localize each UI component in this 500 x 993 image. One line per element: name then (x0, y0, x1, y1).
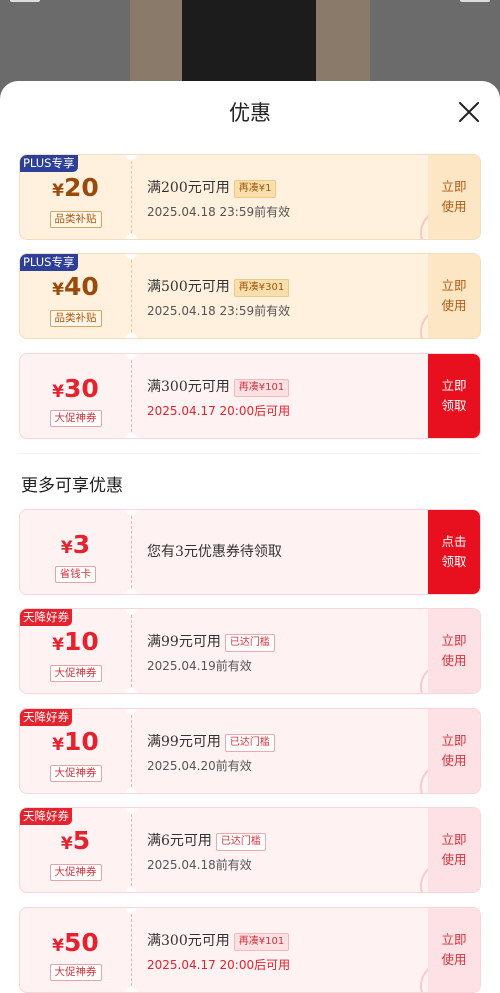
coupon-amount: ¥40 (20, 272, 131, 301)
photo-top-bar-right (460, 0, 490, 2)
section-divider (19, 453, 481, 454)
currency-symbol: ¥ (60, 538, 73, 558)
amount-value: 30 (64, 374, 99, 403)
use-now-button[interactable]: 立即使用 (428, 609, 480, 693)
coupon-validity: 2025.04.19前有效 (147, 659, 252, 673)
amount-value: 10 (64, 727, 99, 756)
coupon-card-plus-40: PLUS专享 ¥40 品类补贴 满500元可用 再凑¥301 2025.04.18… (19, 253, 481, 339)
coupon-divider (131, 516, 132, 588)
coupon-amount: ¥3 (20, 530, 131, 559)
coupon-divider (131, 260, 132, 332)
use-now-button[interactable]: 立即使用 (428, 155, 480, 239)
windfall-badge: 天降好券 (20, 709, 72, 726)
coupon-sheet: 优惠 PLUS专享 ¥20 品类补贴 满200元可用 再凑¥1 2025.04.1… (0, 81, 500, 993)
coupon-divider (131, 360, 132, 432)
currency-symbol: ¥ (52, 635, 65, 655)
plus-badge: PLUS专享 (20, 254, 78, 271)
coupon-type-tag: 大促神券 (20, 860, 131, 881)
currency-symbol: ¥ (52, 936, 65, 956)
use-now-button[interactable]: 立即使用 (428, 254, 480, 338)
coupon-amount: ¥10 (20, 727, 131, 756)
coupon-condition: 满99元可用 已达门槛 (147, 731, 275, 752)
currency-symbol: ¥ (60, 834, 73, 854)
coupon-condition: 满6元可用 已达门槛 (147, 830, 266, 851)
coupon-type-tag: 大促神券 (20, 406, 131, 427)
coupon-divider (131, 715, 132, 787)
use-now-button[interactable]: 立即使用 (428, 908, 480, 992)
currency-symbol: ¥ (52, 735, 65, 755)
coupon-card-30: ¥30 大促神券 满300元可用 再凑¥101 2025.04.17 20:00后… (19, 353, 481, 439)
coupon-type-tag: 大促神券 (20, 661, 131, 682)
coupon-type-tag: 大促神券 (20, 960, 131, 981)
coupon-validity: 2025.04.20前有效 (147, 759, 252, 773)
threshold-met-chip: 已达门槛 (215, 833, 266, 851)
click-claim-button[interactable]: 点击领取 (428, 510, 480, 594)
coupon-card-5: 天降好券 ¥5 大促神券 满6元可用已达门槛 2025.04.18前有效 已领 … (19, 807, 481, 893)
coupon-amount: ¥10 (20, 627, 131, 656)
coupon-amount: ¥50 (20, 928, 131, 957)
coupon-card-10-a: 天降好券 ¥10 大促神券 满99元可用已达门槛 2025.04.19前有效 已… (19, 608, 481, 694)
coupon-card-50: ¥50 大促神券 满300元可用 再凑¥101 2025.04.17 20:00后… (19, 907, 481, 993)
coupon-divider (131, 814, 132, 886)
coupon-validity: 2025.04.17 20:00后可用 (147, 958, 291, 972)
coupon-card-10-b: 天降好券 ¥10 大促神券 满99元可用已达门槛 2025.04.20前有效 已… (19, 708, 481, 794)
coupon-validity: 2025.04.18 23:59前有效 (147, 205, 291, 219)
amount-value: 20 (64, 173, 99, 202)
coupon-type-tag: 大促神券 (20, 761, 131, 782)
coupon-validity: 2025.04.18前有效 (147, 858, 252, 872)
coupon-card-plus-20: PLUS专享 ¥20 品类补贴 满200元可用 再凑¥1 2025.04.18 2… (19, 154, 481, 240)
currency-symbol: ¥ (52, 280, 65, 300)
add-on-chip: 再凑¥301 (233, 279, 290, 297)
photo-top-bar-left (10, 0, 40, 2)
coupon-validity: 2025.04.18 23:59前有效 (147, 304, 291, 318)
use-now-button[interactable]: 立即使用 (428, 709, 480, 793)
coupon-type-tag: 品类补贴 (20, 306, 131, 327)
coupon-validity: 2025.04.17 20:00后可用 (147, 404, 291, 418)
savings-card-coupon: ¥3 省钱卡 您有3元优惠券待领取 点击领取 (19, 509, 481, 595)
coupon-condition: 满300元可用 再凑¥101 (147, 930, 290, 951)
plus-badge: PLUS专享 (20, 155, 78, 172)
coupon-divider (131, 615, 132, 687)
coupon-condition: 满300元可用 再凑¥101 (147, 376, 290, 397)
coupon-condition: 满500元可用 再凑¥301 (147, 276, 290, 297)
add-on-chip: 再凑¥101 (233, 933, 290, 951)
currency-symbol: ¥ (52, 382, 65, 402)
coupon-amount: ¥5 (20, 826, 131, 855)
currency-symbol: ¥ (52, 181, 65, 201)
sheet-title: 优惠 (229, 101, 271, 125)
coupon-divider (131, 161, 132, 233)
use-now-button[interactable]: 立即使用 (428, 808, 480, 892)
add-on-chip: 再凑¥101 (233, 379, 290, 397)
close-icon[interactable] (457, 100, 481, 124)
coupon-amount: ¥30 (20, 374, 131, 403)
windfall-badge: 天降好券 (20, 609, 72, 626)
amount-value: 3 (72, 530, 91, 559)
coupon-condition: 满99元可用 已达门槛 (147, 631, 275, 652)
pending-coupon-tip: 您有3元优惠券待领取 (147, 544, 282, 560)
windfall-badge: 天降好券 (20, 808, 72, 825)
amount-value: 5 (72, 826, 91, 855)
coupon-type-tag: 省钱卡 (20, 562, 131, 583)
amount-value: 50 (64, 928, 99, 957)
amount-value: 40 (64, 272, 99, 301)
threshold-met-chip: 已达门槛 (224, 734, 275, 752)
threshold-met-chip: 已达门槛 (224, 634, 275, 652)
coupon-condition: 满200元可用 再凑¥1 (147, 177, 277, 198)
coupon-amount: ¥20 (20, 173, 131, 202)
coupon-type-tag: 品类补贴 (20, 207, 131, 228)
coupon-divider (131, 914, 132, 986)
amount-value: 10 (64, 627, 99, 656)
claim-now-button[interactable]: 立即领取 (428, 354, 480, 438)
more-offers-heading: 更多可享优惠 (21, 476, 123, 496)
add-on-chip: 再凑¥1 (233, 180, 277, 198)
